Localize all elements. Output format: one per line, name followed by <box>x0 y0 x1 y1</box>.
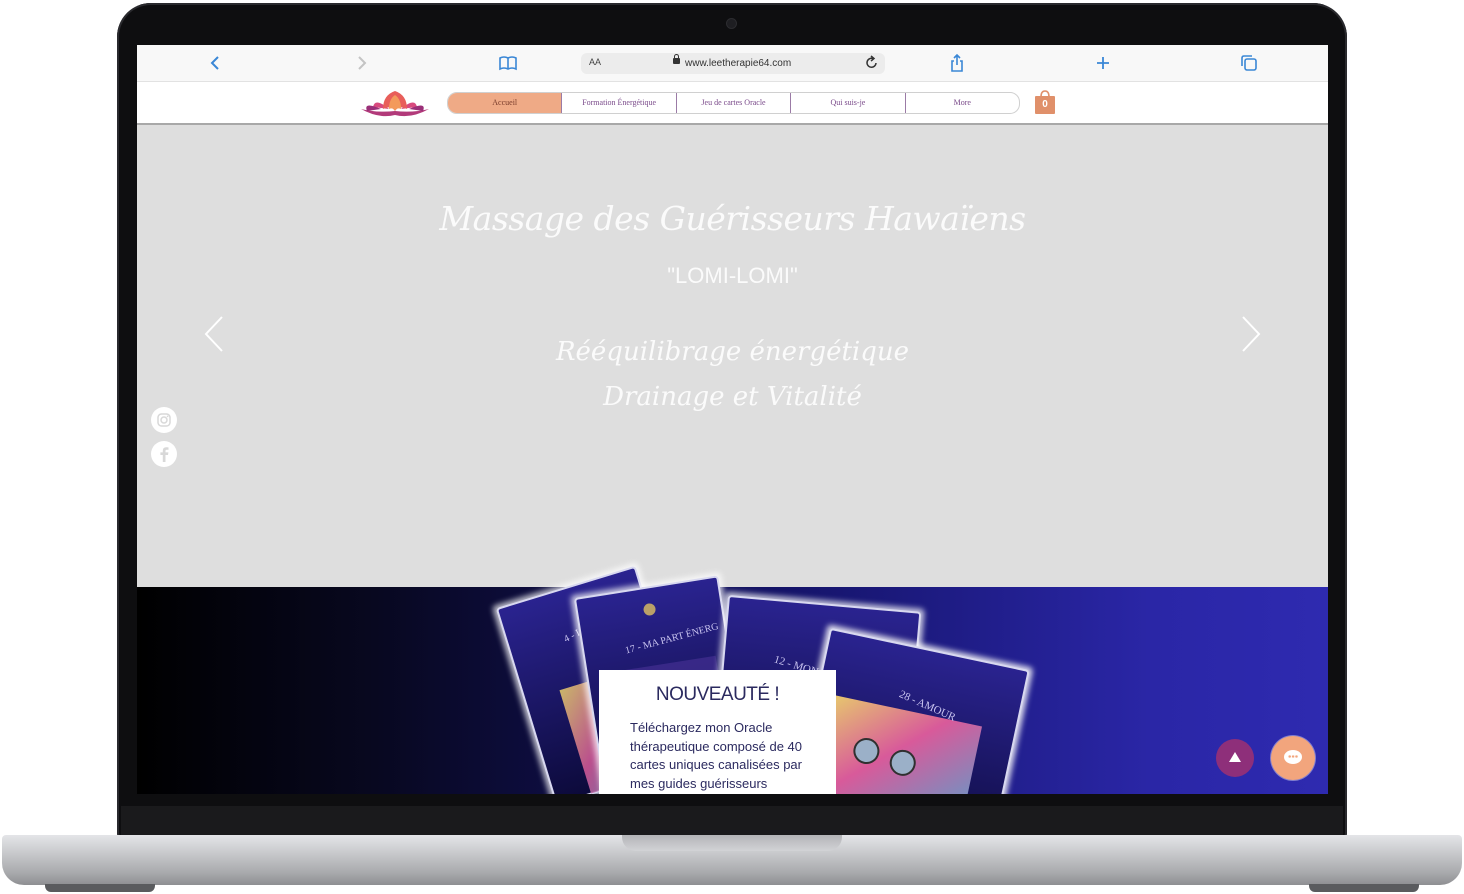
share-icon[interactable] <box>947 53 967 73</box>
hero-slideshow: Massage des Guérisseurs Hawaïens "LOMI-L… <box>137 125 1328 587</box>
slide-prev-arrow-icon[interactable] <box>203 315 225 353</box>
main-nav: Accueil Formation Énergétique Jeu de car… <box>447 92 1020 114</box>
nav-item-oracle[interactable]: Jeu de cartes Oracle <box>677 93 792 113</box>
nav-item-qui-suis-je[interactable]: Qui suis-je <box>791 93 906 113</box>
screen: AA www.leetherapie64.com Accueil Formati… <box>137 45 1328 794</box>
laptop-foot <box>1309 884 1419 892</box>
hero-subtitle: "LOMI-LOMI" <box>667 263 798 288</box>
url-text[interactable]: www.leetherapie64.com <box>685 58 791 69</box>
chat-button[interactable] <box>1271 736 1315 780</box>
lock-icon <box>673 54 680 64</box>
nav-item-formation[interactable]: Formation Énergétique <box>562 93 677 113</box>
laptop-foot <box>45 884 155 892</box>
tabs-icon[interactable] <box>1239 53 1259 73</box>
lotus-logo-icon[interactable] <box>359 87 431 119</box>
back-chevron-icon[interactable] <box>206 53 226 73</box>
reload-icon[interactable] <box>865 55 879 74</box>
cart-button[interactable]: 0 <box>1034 89 1056 115</box>
instagram-icon[interactable] <box>151 407 177 433</box>
new-tab-plus-icon[interactable] <box>1093 53 1113 73</box>
site-header: Accueil Formation Énergétique Jeu de car… <box>137 82 1328 125</box>
slide-next-arrow-icon[interactable] <box>1240 315 1262 353</box>
nav-item-more[interactable]: More <box>906 93 1019 113</box>
hero-title: Massage des Guérisseurs Hawaïens <box>439 199 1026 238</box>
camera-dot <box>727 19 736 28</box>
hero-line-2: Drainage et Vitalité <box>603 382 862 412</box>
hero-line-1: Rééquilibrage énergétique <box>555 337 910 367</box>
screen-bezel <box>121 806 1343 836</box>
cart-count: 0 <box>1042 99 1048 110</box>
book-icon[interactable] <box>498 53 518 73</box>
scroll-to-top-button[interactable] <box>1216 739 1254 777</box>
nav-item-accueil[interactable]: Accueil <box>448 93 563 113</box>
facebook-icon[interactable] <box>151 441 177 467</box>
promo-title: NOUVEAUTÉ ! <box>655 684 780 705</box>
promo-card[interactable]: NOUVEAUTÉ ! Téléchargez mon Oracle théra… <box>599 670 836 794</box>
browser-toolbar: AA www.leetherapie64.com <box>137 45 1328 82</box>
text-size-button[interactable]: AA <box>589 57 601 67</box>
promo-band: 4 - L'AMOUR VÉR 17 - MA PART ÉNERG 12 - … <box>137 562 1328 794</box>
laptop-notch <box>622 835 842 851</box>
chat-dots-icon <box>1288 755 1298 758</box>
address-bar[interactable]: AA www.leetherapie64.com <box>581 53 885 74</box>
promo-text: Téléchargez mon Oracle thérapeutique com… <box>630 720 803 791</box>
forward-chevron-icon[interactable] <box>351 53 371 73</box>
